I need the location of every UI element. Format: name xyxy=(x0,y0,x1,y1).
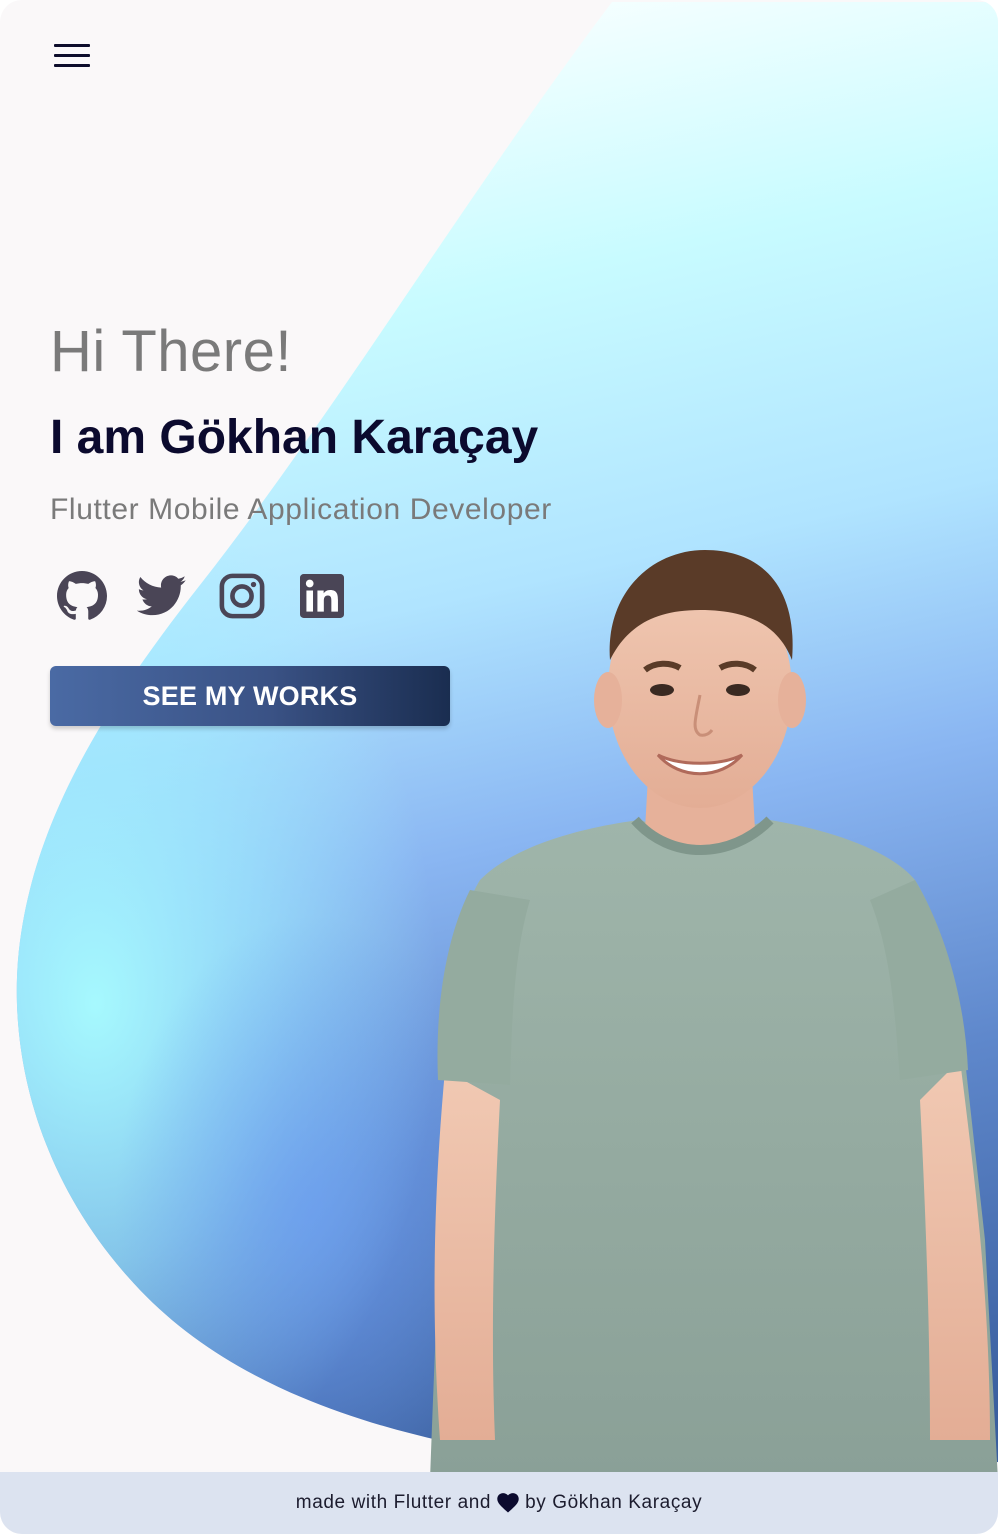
twitter-icon xyxy=(137,575,187,616)
footer-suffix: by Gökhan Karaçay xyxy=(525,1492,703,1513)
footer: made with Flutter and by Gökhan Karaçay xyxy=(0,1472,998,1534)
github-icon xyxy=(57,571,107,620)
greeting-text: Hi There! xyxy=(50,319,292,384)
instagram-icon xyxy=(219,573,265,619)
see-my-works-button[interactable]: SEE MY WORKS xyxy=(50,666,450,726)
github-link[interactable] xyxy=(50,566,114,626)
portfolio-page: Hi There! I am Gökhan Karaçay Flutter Mo… xyxy=(0,0,998,1534)
heart-icon xyxy=(497,1493,519,1513)
instagram-link[interactable] xyxy=(210,566,274,626)
footer-prefix: made with Flutter and xyxy=(295,1492,492,1513)
hero-role: Flutter Mobile Application Developer xyxy=(50,493,552,526)
linkedin-link[interactable] xyxy=(290,566,354,626)
linkedin-icon xyxy=(300,574,344,618)
social-links xyxy=(50,566,354,630)
hero-name: I am Gökhan Karaçay xyxy=(50,411,539,464)
hamburger-menu-icon xyxy=(54,44,90,47)
twitter-link[interactable] xyxy=(130,566,194,626)
menu-button[interactable] xyxy=(50,40,94,74)
profile-photo xyxy=(430,550,998,1480)
